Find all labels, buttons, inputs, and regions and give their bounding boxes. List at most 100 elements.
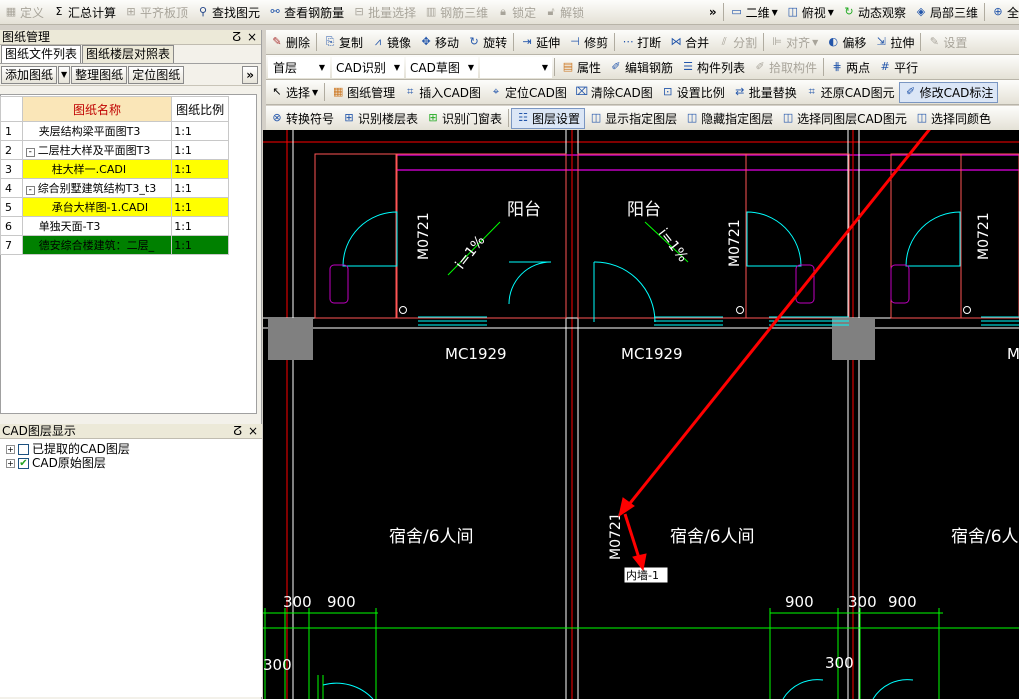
merge-button[interactable]: ⋈ 合并 [665, 32, 713, 53]
parallel-button[interactable]: # 平行 [874, 57, 922, 78]
expand-icon[interactable]: + [6, 444, 15, 454]
balcony-label[interactable]: 阳台 [507, 200, 541, 220]
drawing-scale-cell[interactable]: 1:1 [171, 121, 229, 141]
clear-cad-button[interactable]: ⌧ 清除CAD图 [571, 82, 657, 103]
column-drawing-name[interactable]: 图纸名称 [21, 96, 173, 122]
drawing-name-cell[interactable]: 单独天面-T3 [21, 216, 173, 236]
drawing-scale-cell[interactable]: 1:1 [171, 235, 229, 255]
batch-select-button[interactable]: ⊟ 批量选择 [348, 2, 420, 23]
trim-button[interactable]: ⊣ 修剪 [564, 32, 612, 53]
column-drawing-scale[interactable]: 图纸比例 [171, 96, 229, 122]
drawing-scale-cell[interactable]: 1:1 [171, 159, 229, 179]
convert-symbol-button[interactable]: ⊗ 转换符号 [266, 108, 338, 129]
tab-drawing-file-list[interactable]: 图纸文件列表 [1, 45, 82, 63]
dimension-label[interactable]: 900 [327, 593, 356, 611]
drawing-scale-cell[interactable]: 1:1 [171, 178, 229, 198]
locate-cad-button[interactable]: ⌖ 定位CAD图 [485, 82, 571, 103]
cad-drawing-canvas[interactable]: 阳台 阳台 i=1% i=1% M0721 M0721 M0721 M0721 … [263, 130, 1019, 699]
select-button[interactable]: ↖ 选择 ▼ [266, 82, 322, 103]
drawing-manage-button[interactable]: ▦ 图纸管理 [327, 82, 399, 103]
toolbar-more-button[interactable]: » [705, 2, 721, 23]
zoom-button[interactable]: ⊕ 全 [987, 2, 1019, 23]
balcony-label[interactable]: 阳台 [627, 200, 661, 220]
view-mode-dropdown[interactable]: ▭ 二维 ▼ [726, 2, 782, 23]
local-3d-button[interactable]: ◈ 局部三维 [910, 2, 982, 23]
restore-cad-button[interactable]: ⌗ 还原CAD图元 [801, 82, 899, 103]
show-layer-button[interactable]: ◫ 显示指定图层 [585, 108, 681, 129]
find-element-button[interactable]: ⚲ 查找图元 [192, 2, 264, 23]
copy-button[interactable]: ⎘ 复制 [319, 32, 367, 53]
insert-cad-button[interactable]: ⌗ 插入CAD图 [399, 82, 485, 103]
mirror-button[interactable]: ⩘ 镜像 [367, 32, 415, 53]
offset-button[interactable]: ◐ 偏移 [822, 32, 870, 53]
drawing-scale-cell[interactable]: 1:1 [171, 197, 229, 217]
drawing-name-cell[interactable]: - 综合别墅建筑结构T3_t3 [21, 178, 173, 198]
dimension-label[interactable]: 900 [785, 593, 814, 611]
drawing-name-cell[interactable]: - 二层柱大样及平面图T3 [21, 140, 173, 160]
table-row[interactable]: 6 单独天面-T3 1:1 [0, 216, 229, 236]
cad-recognition-select[interactable]: CAD识别 ▼ [332, 56, 404, 78]
align-slab-top-button[interactable]: ⊞ 平齐板顶 [120, 2, 192, 23]
recognize-door-window-table-button[interactable]: ⊞ 识别门窗表 [422, 108, 506, 129]
dimension-label[interactable]: 900 [888, 593, 917, 611]
table-row[interactable]: 1 夹层结构梁平面图T3 1:1 [0, 121, 229, 141]
delete-button[interactable]: ✎ 删除 [266, 32, 314, 53]
component-select[interactable]: ▼ [480, 56, 552, 78]
door-label-m0721-selected[interactable]: M0721 [608, 512, 624, 560]
set-scale-button[interactable]: ⊡ 设置比例 [657, 82, 729, 103]
select-same-layer-button[interactable]: ◫ 选择同图层CAD图元 [777, 108, 911, 129]
dimension-label[interactable]: 300 [848, 593, 877, 611]
collapse-icon[interactable]: - [25, 186, 35, 195]
table-row[interactable]: 3 柱大样一.CADI 1:1 [0, 159, 229, 179]
window-label-mc1929[interactable]: MC1929 [621, 345, 683, 363]
break-button[interactable]: ⋯ 打断 [617, 32, 665, 53]
drawing-scale-cell[interactable]: 1:1 [171, 140, 229, 160]
rebar-3d-button[interactable]: ▥ 钢筋三维 [420, 2, 492, 23]
slope-label[interactable]: i=1% [655, 226, 691, 266]
floor-select[interactable]: 首层 ▼ [268, 56, 330, 78]
two-point-button[interactable]: ⋕ 两点 [826, 57, 874, 78]
summary-calc-button[interactable]: Σ 汇总计算 [48, 2, 120, 23]
table-row[interactable]: 4- 综合别墅建筑结构T3_t3 1:1 [0, 178, 229, 198]
define-button[interactable]: ▦ 定义 [0, 2, 48, 23]
select-same-color-button[interactable]: ◫ 选择同颜色 [911, 108, 995, 129]
layer-item-original[interactable]: + ✔ CAD原始图层 [6, 456, 262, 470]
settings-button[interactable]: ✎ 设置 [923, 32, 971, 53]
extracted-layer-checkbox[interactable] [18, 443, 29, 455]
properties-button[interactable]: ▤ 属性 [557, 57, 605, 78]
view-rebar-button[interactable]: ⚯ 查看钢筋量 [264, 2, 348, 23]
drawing-name-cell[interactable]: 柱大样一.CADI [21, 159, 173, 179]
original-layer-checkbox[interactable]: ✔ [18, 457, 29, 469]
add-drawing-dropdown[interactable]: ▼ [58, 65, 71, 84]
tab-floor-mapping[interactable]: 图纸楼层对照表 [82, 45, 175, 63]
stretch-button[interactable]: ⇲ 拉伸 [870, 32, 918, 53]
drawing-scale-cell[interactable]: 1:1 [171, 216, 229, 236]
rotate-button[interactable]: ↻ 旋转 [463, 32, 511, 53]
window-label-mc1929[interactable]: MC1929 [445, 345, 507, 363]
organize-drawing-button[interactable]: 整理图纸 [71, 65, 128, 84]
door-label-m0721[interactable]: M0721 [727, 219, 743, 267]
layer-item-extracted[interactable]: + 已提取的CAD图层 [6, 442, 262, 456]
cad-label-edit-input[interactable] [625, 568, 667, 582]
unlock-button[interactable]: 🔓︎ 解锁 [540, 2, 588, 23]
expand-icon[interactable]: + [6, 458, 15, 468]
pin-icon[interactable]: ⵒ [233, 424, 242, 438]
close-icon[interactable]: × [248, 424, 258, 438]
recognize-floor-table-button[interactable]: ⊞ 识别楼层表 [338, 108, 422, 129]
table-row[interactable]: 5 承台大样图-1.CADI 1:1 [0, 197, 229, 217]
dimension-label[interactable]: 300 [263, 656, 292, 674]
edit-rebar-button[interactable]: ✐ 编辑钢筋 [605, 57, 677, 78]
lock-button[interactable]: 🔒︎ 锁定 [492, 2, 540, 23]
close-icon[interactable]: × [247, 30, 257, 44]
drawing-name-cell[interactable]: 承台大样图-1.CADI [21, 197, 173, 217]
pin-icon[interactable]: ⵒ [232, 30, 241, 44]
table-row[interactable]: 2- 二层柱大样及平面图T3 1:1 [0, 140, 229, 160]
dynamic-view-button[interactable]: ↻ 动态观察 [838, 2, 910, 23]
locate-drawing-button[interactable]: 定位图纸 [128, 65, 185, 84]
dimension-label[interactable]: 300 [825, 654, 854, 672]
slope-label[interactable]: i=1% [453, 233, 489, 273]
add-drawing-button[interactable]: 添加图纸 [1, 65, 58, 84]
collapse-icon[interactable]: - [25, 148, 35, 157]
room-label[interactable]: 宿舍/6人间 [389, 527, 474, 547]
view-angle-dropdown[interactable]: ◫ 俯视 ▼ [782, 2, 838, 23]
